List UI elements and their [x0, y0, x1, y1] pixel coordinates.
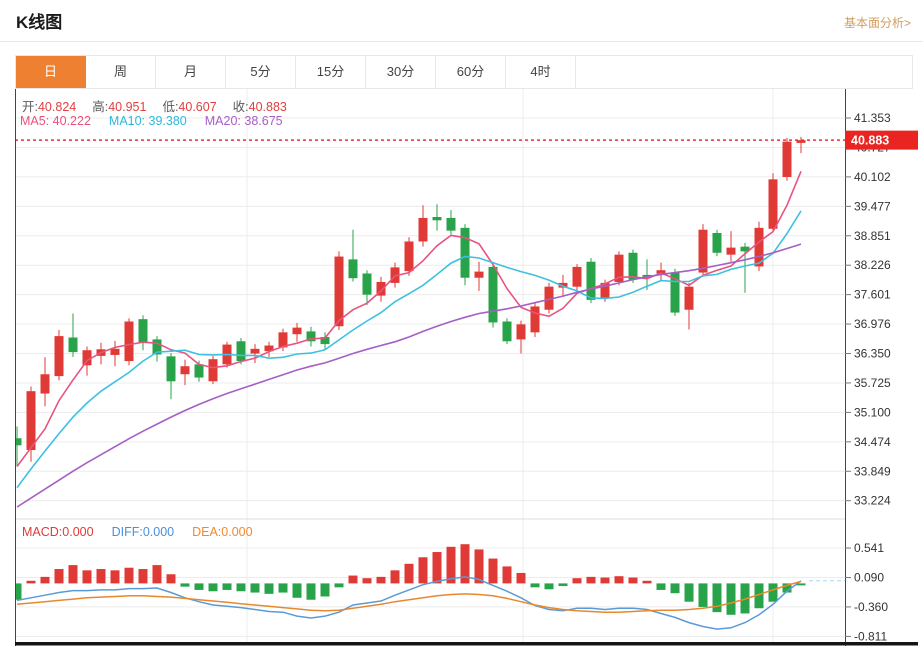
candles-group [15, 137, 806, 467]
tab-period-5[interactable]: 30分 [366, 56, 436, 88]
diff-value-legend: DIFF:0.000 [112, 525, 175, 539]
svg-text:39.477: 39.477 [854, 199, 891, 213]
open-label: 开: [22, 100, 38, 114]
tab-period-7[interactable]: 4时 [506, 56, 576, 88]
svg-text:33.224: 33.224 [854, 494, 891, 508]
kline-chart[interactable]: 开:40.824高:40.951低:40.607收:40.883 MA5: 40… [15, 89, 918, 650]
svg-text:41.353: 41.353 [854, 111, 891, 125]
svg-text:36.976: 36.976 [854, 317, 891, 331]
tab-period-4[interactable]: 15分 [296, 56, 366, 88]
high-label: 高: [92, 100, 108, 114]
ma10-legend: MA10: 39.380 [109, 114, 187, 128]
low-label: 低: [162, 100, 178, 114]
svg-text:35.725: 35.725 [854, 376, 891, 390]
macd-histogram [15, 544, 806, 615]
close-value: 40.883 [249, 100, 287, 114]
ma5-legend: MA5: 40.222 [20, 114, 91, 128]
price-badge: 40.883 [845, 131, 918, 150]
page-title: K线图 [16, 8, 62, 33]
dea-line [17, 581, 801, 612]
panel-header: K线图 基本面分析> [0, 0, 923, 42]
open-value: 40.824 [38, 100, 76, 114]
svg-text:35.100: 35.100 [854, 405, 891, 419]
diff-line [17, 577, 801, 629]
close-label: 收: [233, 100, 249, 114]
svg-text:38.226: 38.226 [854, 258, 891, 272]
low-value: 40.607 [178, 100, 216, 114]
tab-period-3[interactable]: 5分 [226, 56, 296, 88]
tab-period-6[interactable]: 60分 [436, 56, 506, 88]
high-value: 40.951 [108, 100, 146, 114]
svg-text:34.474: 34.474 [854, 435, 891, 449]
svg-text:40.883: 40.883 [851, 134, 889, 148]
svg-text:0.090: 0.090 [854, 571, 884, 585]
svg-text:38.851: 38.851 [854, 229, 891, 243]
tab-period-1[interactable]: 周 [86, 56, 156, 88]
macd-value-legend: MACD:0.000 [22, 525, 94, 539]
dea-value-legend: DEA:0.000 [192, 525, 252, 539]
ma5-line [17, 171, 801, 466]
tab-period-2[interactable]: 月 [156, 56, 226, 88]
y-axis-labels: 41.35340.72740.10239.47738.85138.22637.6… [845, 111, 891, 643]
ma20-legend: MA20: 38.675 [205, 114, 283, 128]
fundamental-analysis-link[interactable]: 基本面分析> [844, 14, 911, 31]
ma-legend: MA5: 40.222 MA10: 39.380 MA20: 38.675 [20, 114, 301, 128]
gridlines [15, 89, 845, 642]
svg-text:40.102: 40.102 [854, 170, 891, 184]
period-tab-bar: 日周月5分15分30分60分4时 [15, 55, 913, 89]
svg-text:37.601: 37.601 [854, 288, 891, 302]
bottom-border [15, 642, 918, 646]
svg-text:33.849: 33.849 [854, 464, 891, 478]
macd-legend: MACD:0.000 DIFF:0.000 DEA:0.000 [22, 525, 271, 539]
tab-period-0[interactable]: 日 [16, 56, 86, 88]
ohlc-readout: 开:40.824 高:40.951 低:40.607 收:40.883 [22, 96, 303, 115]
svg-text:-0.811: -0.811 [854, 629, 887, 643]
svg-text:36.350: 36.350 [854, 347, 891, 361]
svg-text:-0.360: -0.360 [854, 600, 888, 614]
svg-text:0.541: 0.541 [854, 541, 884, 555]
